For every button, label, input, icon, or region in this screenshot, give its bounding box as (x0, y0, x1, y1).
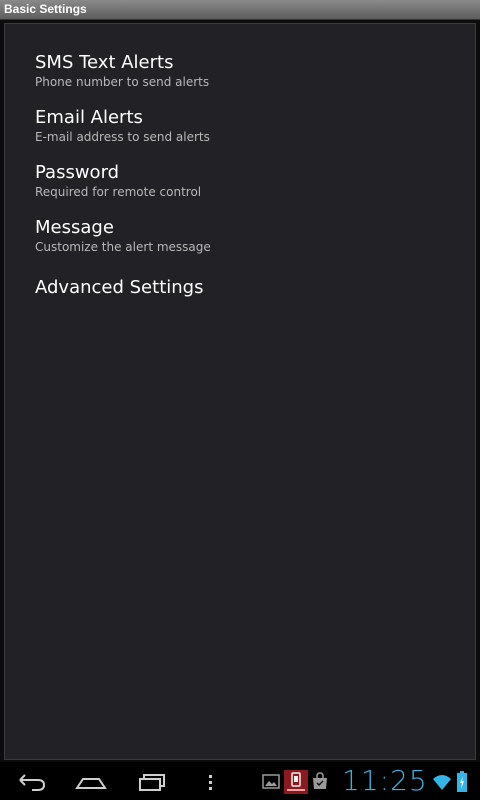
pref-sms-text-alerts[interactable]: SMS Text Alerts Phone number to send ale… (35, 52, 209, 90)
wifi-status[interactable] (432, 773, 452, 795)
pref-title: SMS Text Alerts (35, 52, 174, 73)
recent-apps-icon (139, 774, 165, 791)
pref-summary: E-mail address to send alerts (35, 130, 210, 144)
back-button[interactable] (12, 766, 50, 796)
wifi-icon (433, 775, 451, 790)
gallery-icon (262, 774, 280, 789)
menu-button[interactable] (202, 766, 218, 796)
recent-apps-button[interactable] (134, 766, 170, 796)
pref-advanced-settings[interactable]: Advanced Settings (35, 277, 203, 299)
pref-password[interactable]: Password Required for remote control (35, 162, 201, 200)
pref-title: Email Alerts (35, 107, 143, 128)
pref-message[interactable]: Message Customize the alert message (35, 217, 211, 255)
shopping-notification[interactable] (311, 772, 329, 794)
pref-summary: Phone number to send alerts (35, 75, 210, 89)
pref-title: Password (35, 162, 120, 183)
pref-email-alerts[interactable]: Email Alerts E-mail address to send aler… (35, 107, 210, 145)
preferences-list: SMS Text Alerts Phone number to send ale… (4, 23, 476, 760)
window-title: Basic Settings (4, 2, 87, 16)
pref-title: Advanced Settings (35, 277, 204, 298)
back-icon (19, 774, 46, 791)
home-icon (75, 778, 107, 789)
status-clock[interactable]: 11:25 (342, 765, 428, 797)
app-notification[interactable] (284, 770, 308, 798)
pref-summary: Customize the alert message (35, 240, 211, 254)
battery-status[interactable] (456, 771, 468, 797)
app-notification-icon (284, 770, 308, 794)
window-titlebar: Basic Settings (0, 0, 480, 20)
content-frame: SMS Text Alerts Phone number to send ale… (0, 20, 480, 762)
home-button[interactable] (72, 766, 110, 796)
pref-title: Message (35, 217, 114, 238)
shopping-bag-icon (313, 772, 327, 789)
pref-summary: Required for remote control (35, 185, 202, 199)
battery-icon (457, 771, 467, 792)
menu-icon (209, 775, 212, 790)
system-navbar: 11:25 (0, 762, 480, 800)
gallery-notification[interactable] (262, 772, 280, 794)
